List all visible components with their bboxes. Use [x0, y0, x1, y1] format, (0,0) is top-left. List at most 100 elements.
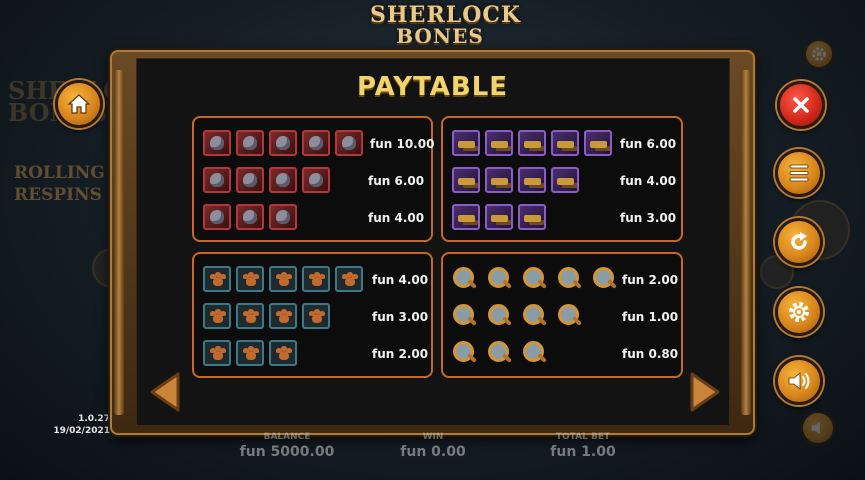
pistol-icon — [485, 204, 513, 230]
settings-icon — [789, 302, 809, 322]
payout-value: fun 1.00 — [622, 310, 679, 324]
pistol-icon — [485, 167, 513, 193]
payout-value: fun 3.00 — [372, 310, 429, 324]
pay-row: fun 6.00 — [443, 130, 681, 160]
win-value: fun 0.00 — [400, 444, 466, 460]
close-icon — [793, 97, 809, 113]
sound-button[interactable] — [775, 357, 823, 405]
prev-page-button[interactable] — [148, 372, 182, 412]
win-display: WIN fun 0.00 — [368, 432, 498, 480]
cat-icon — [203, 130, 231, 156]
win-label: WIN — [422, 432, 444, 442]
version-number: 1.0.27 — [78, 414, 110, 424]
magnifying-glass-icon — [450, 303, 478, 329]
paw-icon — [236, 340, 264, 366]
pay-row: fun 2.00 — [194, 340, 431, 370]
payout-value: fun 10.00 — [370, 137, 435, 151]
background-feature-label: ROLLING RESPINS — [14, 162, 124, 206]
cat-icon — [236, 130, 264, 156]
menu-button[interactable] — [775, 149, 823, 197]
pistol-icon — [452, 167, 480, 193]
total-bet-label: TOTAL BET — [555, 432, 611, 442]
pistol-icon — [518, 167, 546, 193]
cat-icon — [335, 130, 363, 156]
version-date: 19/02/2021 — [53, 426, 110, 436]
cat-icon — [236, 167, 264, 193]
pistol-icon — [518, 204, 546, 230]
pay-row: fun 3.00 — [194, 303, 431, 333]
paytable-panel-cat: fun 10.00 fun 6.00 fun 4.00 — [192, 116, 435, 242]
logo-line-2: BONES — [396, 24, 484, 48]
sound-icon — [811, 421, 820, 435]
balance-label: BALANCE — [263, 432, 311, 442]
paytable-panel-magnifying-glass: fun 2.00 fun 1.00 fun 0.80 — [441, 252, 683, 378]
version-info: 1.0.27 19/02/2021 — [40, 413, 110, 437]
pay-row: fun 2.00 — [443, 266, 681, 296]
cat-icon — [302, 130, 330, 156]
logo-line-1: SHERLOCK — [370, 2, 521, 28]
pistol-icon — [485, 130, 513, 156]
magnifying-glass-icon — [520, 340, 548, 366]
pay-row: fun 0.80 — [443, 340, 681, 370]
cat-icon — [302, 167, 330, 193]
cat-icon — [269, 204, 297, 230]
payout-value: fun 4.00 — [368, 211, 425, 225]
balance-display: BALANCE fun 5000.00 — [222, 432, 352, 480]
arrow-right-icon — [690, 372, 720, 412]
total-bet-value: fun 1.00 — [550, 444, 616, 460]
paytable-panel-pistol: fun 6.00 fun 4.00 fun 3.00 — [441, 116, 683, 242]
paw-icon — [269, 266, 297, 292]
replay-button[interactable] — [775, 218, 823, 266]
frame-pipe-left — [114, 70, 124, 415]
pay-row: fun 4.00 — [194, 204, 431, 234]
paw-icon — [335, 266, 363, 292]
magnifying-glass-icon — [450, 340, 478, 366]
game-logo: SHERLOCK BONES — [370, 2, 521, 48]
menu-icon — [789, 164, 809, 182]
paw-icon — [269, 303, 297, 329]
frame-pipe-right — [741, 70, 751, 415]
next-page-button[interactable] — [688, 372, 722, 412]
paw-icon — [269, 340, 297, 366]
magnifying-glass-icon — [485, 340, 513, 366]
paw-icon — [203, 266, 231, 292]
arrow-left-icon — [150, 372, 180, 412]
paw-icon — [203, 303, 231, 329]
cat-icon — [269, 130, 297, 156]
cat-icon — [203, 204, 231, 230]
sound-icon — [788, 372, 810, 390]
pistol-icon — [452, 130, 480, 156]
pistol-icon — [551, 167, 579, 193]
payout-value: fun 0.80 — [622, 347, 679, 361]
pay-row: fun 6.00 — [194, 167, 431, 197]
settings-button[interactable] — [775, 288, 823, 336]
pay-row: fun 1.00 — [443, 303, 681, 333]
gear-icon — [812, 47, 826, 61]
paw-icon — [236, 303, 264, 329]
paytable-panel-paw: fun 4.00 fun 3.00 fun 2.00 — [192, 252, 433, 378]
home-icon — [67, 94, 91, 114]
payout-value: fun 6.00 — [368, 174, 425, 188]
background-sound-button — [800, 410, 836, 446]
pay-row: fun 4.00 — [443, 167, 681, 197]
magnifying-glass-icon — [555, 303, 583, 329]
magnifying-glass-icon — [450, 266, 478, 292]
home-button[interactable] — [55, 80, 103, 128]
pay-row: fun 10.00 — [194, 130, 435, 160]
close-button[interactable] — [777, 81, 825, 129]
cat-icon — [203, 167, 231, 193]
paw-icon — [203, 340, 231, 366]
payout-value: fun 4.00 — [372, 273, 429, 287]
pistol-icon — [452, 204, 480, 230]
magnifying-glass-icon — [590, 266, 618, 292]
feature-label-line: ROLLING — [14, 163, 105, 183]
pistol-icon — [518, 130, 546, 156]
magnifying-glass-icon — [520, 303, 548, 329]
background-settings-button — [803, 38, 835, 70]
pistol-icon — [551, 130, 579, 156]
pistol-icon — [584, 130, 612, 156]
balance-value: fun 5000.00 — [239, 444, 335, 460]
replay-icon — [791, 232, 807, 250]
payout-value: fun 2.00 — [372, 347, 429, 361]
paw-icon — [302, 303, 330, 329]
